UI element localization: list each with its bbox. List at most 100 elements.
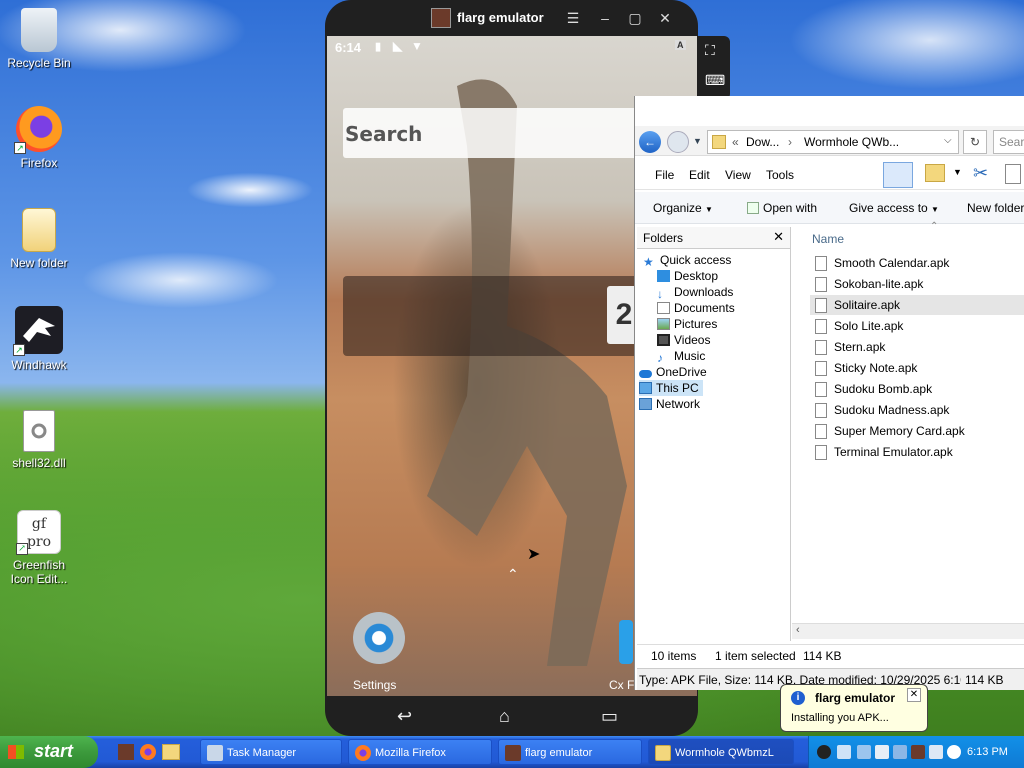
organize-button[interactable]: Organize ▼ xyxy=(653,201,713,215)
file-row[interactable]: Solo Lite.apk xyxy=(810,316,1024,336)
tray-update-icon[interactable] xyxy=(893,745,907,759)
file-row[interactable]: Sticky Note.apk xyxy=(810,358,1024,378)
forward-arrow-icon[interactable] xyxy=(667,131,689,153)
quick-launch-explorer-icon[interactable] xyxy=(162,744,180,760)
tree-item-this-pc[interactable]: This PC xyxy=(639,380,703,396)
tray-monitor-icon[interactable] xyxy=(929,745,943,759)
horizontal-scrollbar[interactable]: ‹ xyxy=(792,623,1024,639)
desktop-icon-new-folder[interactable]: New folder xyxy=(4,208,74,270)
desktop-icon-firefox[interactable]: ↗ Firefox xyxy=(4,106,74,170)
tree-item-label: Documents xyxy=(674,301,735,315)
preview-pane-icon[interactable] xyxy=(883,162,913,188)
taskbar-button-explorer[interactable]: Wormhole QWbmzL xyxy=(648,739,794,765)
open-with-button[interactable]: Open with xyxy=(747,201,817,215)
volume-muted-icon[interactable] xyxy=(947,745,961,759)
settings-gear-icon[interactable] xyxy=(353,612,405,664)
menu-icon[interactable]: ☰ xyxy=(563,8,583,28)
back-arrow-icon[interactable]: ← xyxy=(639,131,661,153)
give-access-button[interactable]: Give access to ▼ xyxy=(849,201,939,215)
file-row[interactable]: Super Memory Card.apk xyxy=(810,421,1024,441)
back-icon[interactable]: ↩ xyxy=(397,706,412,727)
tree-item-desktop[interactable]: Desktop xyxy=(657,268,718,284)
desktop-icon-label: Windhawk xyxy=(11,358,67,372)
close-icon[interactable]: ✕ xyxy=(655,8,675,28)
new-folder-button[interactable]: New folder xyxy=(967,201,1024,215)
tree-item-label: Music xyxy=(674,349,706,363)
tree-item-pictures[interactable]: Pictures xyxy=(657,316,717,332)
file-row[interactable]: Sudoku Bomb.apk xyxy=(810,379,1024,399)
tree-item-downloads[interactable]: ↓ Downloads xyxy=(657,284,733,301)
taskbar-button-task-manager[interactable]: Task Manager xyxy=(200,739,342,765)
file-row[interactable]: Sokoban-lite.apk xyxy=(810,274,1024,294)
taskbar-button-emulator[interactable]: flarg emulator xyxy=(498,739,642,765)
tray-network-icon[interactable] xyxy=(857,745,871,759)
minimize-icon[interactable]: – xyxy=(595,8,615,28)
breadcrumb-current[interactable]: Wormhole QWb... xyxy=(804,135,899,149)
file-row[interactable]: Sudoku Madness.apk xyxy=(810,400,1024,420)
menu-edit[interactable]: Edit xyxy=(689,168,710,182)
desktop-icon-shell32[interactable]: shell32.dll xyxy=(4,410,74,470)
tray-emulator-icon[interactable] xyxy=(911,745,925,759)
keyboard-icon[interactable]: ⌨ xyxy=(705,72,725,89)
taskbar-button-firefox[interactable]: Mozilla Firefox xyxy=(348,739,492,765)
tree-item-documents[interactable]: Documents xyxy=(657,300,735,316)
tree-item-network[interactable]: Network xyxy=(639,396,700,412)
explorer-titlebar[interactable] xyxy=(635,96,1024,126)
file-name: Sokoban-lite.apk xyxy=(834,277,924,291)
maximize-icon[interactable]: ▢ xyxy=(625,8,645,28)
clock[interactable]: 6:13 PM xyxy=(967,746,1008,758)
start-button[interactable]: start xyxy=(0,736,98,768)
menu-tools[interactable]: Tools xyxy=(766,168,794,182)
notification-balloon[interactable]: i flarg emulator ✕ Installing you APK... xyxy=(780,684,928,732)
scroll-left-icon[interactable]: ‹ xyxy=(796,624,800,636)
close-icon[interactable]: ✕ xyxy=(907,688,921,702)
dropdown-arrow-icon[interactable]: ▼ xyxy=(953,167,962,177)
file-icon xyxy=(815,445,827,460)
tree-item-videos[interactable]: Videos xyxy=(657,332,710,348)
breadcrumb-overflow-icon[interactable]: « xyxy=(732,135,739,149)
menu-view[interactable]: View xyxy=(725,168,751,182)
file-row[interactable]: Smooth Calendar.apk xyxy=(810,253,1024,273)
clock-widget[interactable] xyxy=(343,276,643,356)
firefox-icon: ↗ xyxy=(14,106,62,154)
emulator-titlebar[interactable]: flarg emulator ☰ – ▢ ✕ xyxy=(325,0,698,36)
dock-app-icon[interactable] xyxy=(619,620,633,664)
cut-icon[interactable]: ✂ xyxy=(973,163,988,184)
tree-item-music[interactable]: ♪ Music xyxy=(657,348,706,365)
open-with-label: Open with xyxy=(763,201,818,215)
refresh-icon[interactable]: ↻ xyxy=(963,130,987,154)
taskbar-button-label: Mozilla Firefox xyxy=(375,747,446,759)
quick-launch-emulator-icon[interactable] xyxy=(118,744,134,760)
tree-item-onedrive[interactable]: OneDrive xyxy=(639,364,707,380)
recents-icon[interactable]: ▭ xyxy=(601,706,618,727)
tray-app-icon[interactable] xyxy=(837,745,851,759)
address-box[interactable]: « Dow... › Wormhole QWb... ⌵ xyxy=(707,130,959,154)
fullscreen-icon[interactable]: ⛶ xyxy=(705,42,715,59)
quick-launch-firefox-icon[interactable] xyxy=(140,744,156,760)
breadcrumb-downloads[interactable]: Dow... xyxy=(746,135,779,149)
tray-device-icon[interactable] xyxy=(875,745,889,759)
app-drawer-chevron-icon[interactable]: ⌃ xyxy=(507,566,519,583)
search-bar[interactable]: Search xyxy=(343,108,663,158)
file-row-selected[interactable]: Solitaire.apk xyxy=(810,295,1024,315)
tree-item-quick-access[interactable]: ★ Quick access xyxy=(643,252,731,269)
recent-locations-icon[interactable]: ▼ xyxy=(693,136,702,146)
home-icon[interactable]: ⌂ xyxy=(499,706,510,727)
file-row[interactable]: Stern.apk xyxy=(810,337,1024,357)
shield-icon[interactable] xyxy=(817,745,831,759)
desktop-icon-greenfish[interactable]: gf pro ↗ Greenfish Icon Edit... xyxy=(4,510,74,586)
desktop-icon-windhawk[interactable]: ↗ Windhawk xyxy=(4,306,74,372)
file-row[interactable]: Terminal Emulator.apk xyxy=(810,442,1024,462)
new-folder-icon[interactable] xyxy=(925,164,945,182)
desktop-icon xyxy=(657,270,670,282)
copy-icon[interactable] xyxy=(1005,164,1021,184)
desktop-icon-recycle-bin[interactable]: Recycle Bin xyxy=(4,8,74,70)
search-input[interactable]: Sear xyxy=(993,130,1024,154)
close-pane-icon[interactable]: ✕ xyxy=(773,229,784,245)
tree-item-label: This PC xyxy=(656,381,699,395)
address-dropdown-icon[interactable]: ⌵ xyxy=(944,135,952,146)
selection-size: 114 KB xyxy=(803,649,842,663)
file-icon xyxy=(815,382,827,397)
menu-file[interactable]: File xyxy=(655,168,674,182)
column-header-name[interactable]: Name xyxy=(812,232,844,246)
